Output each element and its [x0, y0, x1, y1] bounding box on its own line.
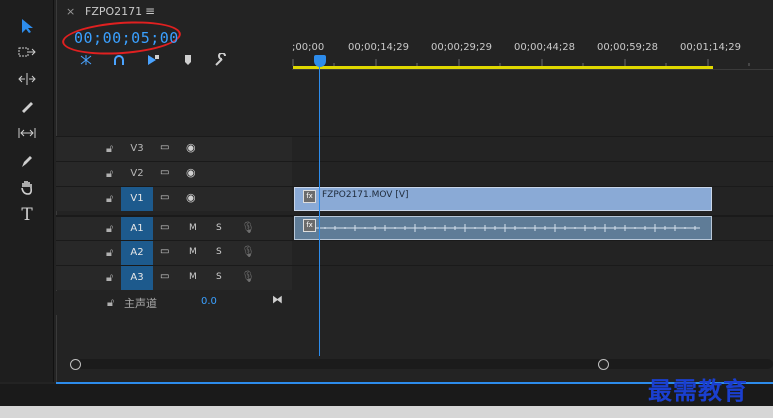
ruler-label: 00;00;29;29 — [431, 42, 493, 53]
sync-lock-icon[interactable]: ▭ — [160, 222, 169, 233]
eye-icon[interactable]: ◉ — [186, 141, 196, 154]
time-ruler[interactable]: ;00;00 00;00;14;29 00;00;29;29 00;00;44;… — [292, 36, 773, 70]
voiceover-mic-icon[interactable]: 🎙︎ — [241, 245, 255, 258]
ruler-label: ;00;00 — [292, 42, 325, 53]
playhead-line[interactable] — [319, 66, 320, 356]
solo-button[interactable]: S — [216, 223, 222, 233]
tools-panel: T — [0, 0, 54, 382]
track-label-v1[interactable]: V1 — [121, 187, 153, 211]
scrollbar-left-handle[interactable] — [70, 359, 81, 370]
hand-tool-icon[interactable] — [14, 176, 40, 198]
playhead-timecode[interactable]: 00;00;05;00 — [74, 29, 179, 47]
bottom-edge — [0, 406, 773, 418]
timeline-zoom-scrollbar[interactable] — [70, 359, 773, 369]
master-track-row — [56, 291, 292, 315]
selection-tool-icon[interactable] — [14, 15, 40, 37]
lock-icon[interactable]: 🔓︎ — [106, 246, 113, 260]
ruler-label: 00;01;14;29 — [680, 42, 742, 53]
mute-button[interactable]: M — [189, 223, 197, 233]
track-header: 🔓︎ A3 ▭ M S 🎙︎ — [56, 266, 292, 290]
track-row-a2: 🔓︎ A2 ▭ M S 🎙︎ — [56, 240, 773, 265]
sequence-tab-title[interactable]: FZPO2171 — [85, 5, 142, 18]
razor-tool-icon[interactable] — [14, 95, 40, 117]
solo-button[interactable]: S — [216, 272, 222, 282]
sync-lock-icon[interactable]: ▭ — [160, 192, 169, 203]
track-label-a1[interactable]: A1 — [121, 217, 153, 241]
pen-tool-icon[interactable] — [14, 150, 40, 172]
ruler-ticks — [292, 59, 750, 66]
track-select-tool-icon[interactable] — [14, 41, 40, 63]
sync-lock-icon[interactable]: ▭ — [160, 142, 169, 153]
eye-icon[interactable]: ◉ — [186, 166, 196, 179]
master-volume-value[interactable]: 0.0 — [201, 296, 217, 307]
ruler-label: 00;00;59;28 — [597, 42, 659, 53]
track-header: 🔓︎ A1 ▭ M S 🎙︎ — [56, 217, 292, 241]
playhead-handle[interactable] — [314, 55, 326, 67]
mute-button[interactable]: M — [189, 247, 197, 257]
track-label-v3[interactable]: V3 — [121, 137, 153, 161]
go-to-end-icon[interactable]: ⧓ — [272, 293, 283, 306]
track-row-a3: 🔓︎ A3 ▭ M S 🎙︎ — [56, 265, 773, 290]
close-tab-icon[interactable]: × — [66, 5, 75, 18]
track-row-v3: 🔓︎ V3 ▭ ◉ — [56, 136, 773, 161]
track-label-a2[interactable]: A2 — [121, 241, 153, 265]
sync-lock-icon[interactable]: ▭ — [160, 246, 169, 257]
track-header: 🔓︎ A2 ▭ M S 🎙︎ — [56, 241, 292, 265]
lock-icon[interactable]: 🔓︎ — [106, 192, 113, 206]
ruler-divider — [292, 69, 773, 70]
fx-badge-icon: fx — [303, 190, 316, 203]
lock-icon[interactable]: 🔓︎ — [107, 296, 114, 310]
linked-selection-icon[interactable] — [111, 53, 127, 67]
master-track-label: 主声道 — [124, 297, 157, 310]
track-label-v2[interactable]: V2 — [121, 162, 153, 186]
settings-wrench-icon[interactable] — [213, 53, 229, 67]
track-row-v2: 🔓︎ V2 ▭ ◉ — [56, 161, 773, 186]
sync-lock-icon[interactable]: ▭ — [160, 167, 169, 178]
ruler-label: 00;00;14;29 — [348, 42, 410, 53]
track-header: 🔓︎ V3 ▭ ◉ — [56, 137, 292, 161]
voiceover-mic-icon[interactable]: 🎙︎ — [241, 270, 255, 283]
track-header: 🔓︎ V1 ▭ ◉ — [56, 187, 292, 211]
ripple-edit-tool-icon[interactable] — [14, 68, 40, 90]
solo-button[interactable]: S — [216, 247, 222, 257]
marker-icon[interactable] — [180, 53, 196, 67]
audio-clip[interactable] — [294, 216, 712, 240]
slip-tool-icon[interactable] — [14, 122, 40, 144]
lock-icon[interactable]: 🔓︎ — [106, 142, 113, 156]
panel-menu-icon[interactable]: ≡ — [145, 4, 155, 18]
sync-lock-icon[interactable]: ▭ — [160, 271, 169, 282]
lock-icon[interactable]: 🔓︎ — [106, 271, 113, 285]
track-label-a3[interactable]: A3 — [121, 266, 153, 290]
audio-waveform — [315, 224, 700, 232]
track-header: 🔓︎ V2 ▭ ◉ — [56, 162, 292, 186]
type-tool-icon[interactable]: T — [14, 204, 40, 226]
eye-icon[interactable]: ◉ — [186, 191, 196, 204]
add-marker-icon[interactable] — [145, 53, 161, 67]
mute-button[interactable]: M — [189, 272, 197, 282]
lock-icon[interactable]: 🔓︎ — [106, 222, 113, 236]
lock-icon[interactable]: 🔓︎ — [106, 167, 113, 181]
watermark-logo: 最需教育 — [648, 376, 748, 405]
ruler-label: 00;00;44;28 — [514, 42, 576, 53]
snap-icon[interactable] — [78, 53, 94, 67]
scrollbar-right-handle[interactable] — [598, 359, 609, 370]
voiceover-mic-icon[interactable]: 🎙︎ — [241, 221, 255, 234]
video-clip-label: FZPO2171.MOV [V] — [322, 190, 409, 200]
fx-badge-icon: fx — [303, 219, 316, 232]
